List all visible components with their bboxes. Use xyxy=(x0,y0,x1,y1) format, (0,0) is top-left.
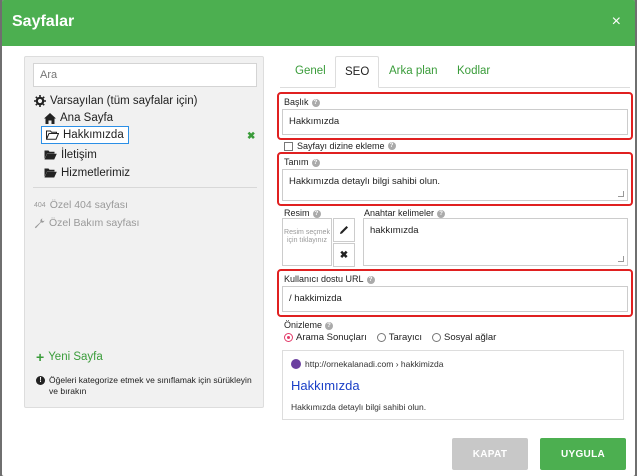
gear-icon xyxy=(34,95,46,107)
title-label: Başlık? xyxy=(284,97,320,107)
folder-open-icon xyxy=(46,130,59,140)
tree-item-hizmetlerimiz[interactable]: Hizmetlerimiz xyxy=(44,167,130,179)
drag-hint-text: Öğeleri kategorize etmek ve sınıflamak i… xyxy=(49,375,252,396)
dialog-header: Sayfalar × xyxy=(2,0,635,46)
tab-kodlar[interactable]: Kodlar xyxy=(457,65,490,77)
favicon-icon xyxy=(291,359,301,369)
noindex-row[interactable]: Sayfayı dizine ekleme ? xyxy=(284,141,396,151)
tree-item-ana-sayfa[interactable]: Ana Sayfa xyxy=(44,112,113,124)
tree-item-label: Özel 404 sayfası xyxy=(49,199,128,211)
help-icon: ? xyxy=(311,158,320,167)
dialog-title: Sayfalar xyxy=(12,13,75,30)
radio-search-results[interactable] xyxy=(284,333,293,342)
radio-label: Sosyal ağlar xyxy=(444,332,497,343)
preview-url-row: http://ornekalanadi.com › hakkimizda xyxy=(291,359,443,369)
image-picker[interactable]: Resim seçmek için tıklayınız xyxy=(282,218,332,266)
help-icon: ? xyxy=(325,321,334,330)
preview-label: Önizleme? xyxy=(284,320,334,330)
title-input[interactable]: Hakkımızda xyxy=(282,109,628,135)
pages-dialog: Sayfalar × Varsayılan (tüm sayfalar için… xyxy=(2,0,635,476)
url-label: Kullanıcı dostu URL? xyxy=(284,274,375,284)
new-page-button[interactable]: + Yeni Sayfa xyxy=(36,349,103,365)
tree-root-label: Varsayılan (tüm sayfalar için) xyxy=(50,95,198,107)
tree-item-label: İletişim xyxy=(61,149,97,161)
noindex-checkbox[interactable] xyxy=(284,141,293,151)
description-label: Tanım? xyxy=(284,157,320,167)
tree-item-maintenance[interactable]: Özel Bakım sayfası xyxy=(34,217,139,229)
keywords-input[interactable]: hakkımızda xyxy=(363,218,628,266)
preview-title: Hakkımızda xyxy=(291,378,360,393)
tree-root-default[interactable]: Varsayılan (tüm sayfalar için) xyxy=(34,95,197,107)
apply-button[interactable]: UYGULA xyxy=(540,438,626,470)
description-input[interactable]: Hakkımızda detaylı bilgi sahibi olun. xyxy=(282,169,628,201)
tab-arka-plan[interactable]: Arka plan xyxy=(389,65,438,77)
help-icon: ? xyxy=(387,142,396,150)
radio-browser[interactable] xyxy=(376,333,386,342)
radio-label: Tarayıcı xyxy=(388,332,423,343)
pages-sidebar: Varsayılan (tüm sayfalar için) Ana Sayfa… xyxy=(24,56,264,408)
search-input[interactable] xyxy=(33,63,257,87)
edit-image-button[interactable] xyxy=(333,218,355,242)
close-button[interactable]: KAPAT xyxy=(452,438,528,470)
wrench-icon xyxy=(34,218,45,228)
noindex-label: Sayfayı dizine ekleme xyxy=(297,141,385,151)
folder-open-icon xyxy=(44,168,57,178)
tree-divider xyxy=(33,187,257,188)
tab-genel[interactable]: Genel xyxy=(295,65,326,77)
plus-icon: + xyxy=(36,349,45,365)
preview-url: http://ornekalanadi.com › hakkimizda xyxy=(305,359,444,369)
tree-item-hakkimizda[interactable]: Hakkımızda xyxy=(41,126,129,144)
status-mark: ✖ xyxy=(247,131,256,142)
help-icon: ? xyxy=(312,209,321,218)
image-label: Resim? xyxy=(284,208,321,218)
tab-seo[interactable]: SEO xyxy=(335,56,380,88)
tree-item-label: Hizmetlerimiz xyxy=(61,167,130,179)
remove-image-button[interactable]: ✖ xyxy=(333,243,355,267)
radio-social[interactable] xyxy=(432,333,442,342)
folder-open-icon xyxy=(44,150,57,160)
tree-item-label: Özel Bakım sayfası xyxy=(49,217,140,229)
help-icon: ? xyxy=(437,209,446,218)
pencil-icon xyxy=(340,226,348,234)
new-page-label: Yeni Sayfa xyxy=(48,351,103,363)
tree-item-label: Ana Sayfa xyxy=(60,112,114,124)
help-icon: ? xyxy=(311,98,320,107)
drag-hint: ! Öğeleri kategorize etmek ve sınıflamak… xyxy=(36,375,256,397)
preview-mode-group: Arama Sonuçları Tarayıcı Sosyal ağlar xyxy=(284,332,496,343)
url-input[interactable]: / hakkimizda xyxy=(282,286,628,312)
info-icon: ! xyxy=(36,376,45,385)
close-icon[interactable]: × xyxy=(612,13,621,31)
404-icon: 404 xyxy=(34,201,46,209)
tree-item-label: Hakkımızda xyxy=(63,129,124,141)
home-icon xyxy=(44,112,56,124)
tab-bar: Genel SEO Arka plan Kodlar xyxy=(280,56,630,88)
tree-item-404[interactable]: 404 Özel 404 sayfası xyxy=(34,199,128,211)
radio-label: Arama Sonuçları xyxy=(296,332,367,343)
preview-description: Hakkımızda detaylı bilgi sahibi olun. xyxy=(291,402,427,412)
keywords-label: Anahtar kelimeler? xyxy=(364,208,446,218)
tree-item-iletisim[interactable]: İletişim xyxy=(44,149,97,161)
help-icon: ? xyxy=(366,275,375,284)
search-preview: http://ornekalanadi.com › hakkimizda Hak… xyxy=(282,350,624,420)
remove-icon: ✖ xyxy=(339,249,349,261)
